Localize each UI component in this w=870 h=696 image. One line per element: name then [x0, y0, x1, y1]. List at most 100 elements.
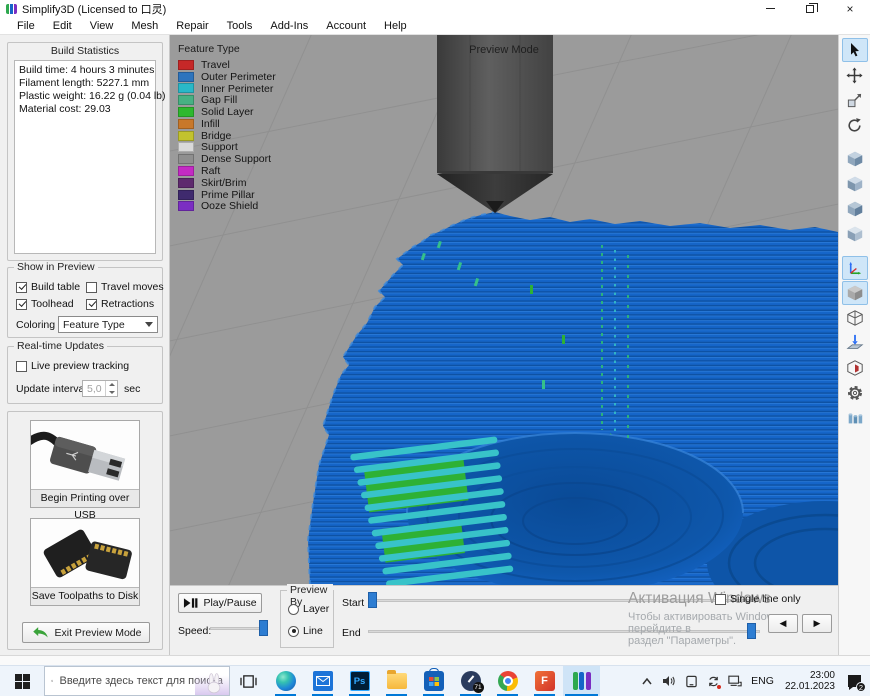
solid-model-tool[interactable]	[842, 281, 868, 305]
move-tool[interactable]	[842, 63, 868, 87]
end-slider[interactable]	[368, 623, 760, 639]
taskbar-app-simplify3d[interactable]	[563, 666, 600, 696]
sd-cards-image	[31, 519, 139, 587]
taskbar-app-mail[interactable]	[304, 666, 341, 696]
checkbox-retractions[interactable]: Retractions	[86, 298, 154, 310]
cross-section-tool[interactable]	[842, 356, 868, 380]
dense-support-swatch	[178, 154, 194, 164]
taskbar-app-speedtest[interactable]: 71	[452, 666, 489, 696]
menu-item-addins[interactable]: Add-Ins	[261, 17, 317, 35]
gear-icon	[846, 384, 864, 402]
single-line-checkbox-icon	[715, 594, 726, 605]
bridge-swatch	[178, 131, 194, 141]
select-tool[interactable]	[842, 38, 868, 62]
minimize-button[interactable]	[750, 0, 790, 17]
coordinate-axes-tool[interactable]	[842, 256, 868, 280]
notification-count-badge: 2	[856, 682, 866, 692]
start-button[interactable]	[0, 666, 44, 696]
legend-item-dense-support: Dense Support	[178, 153, 276, 165]
realtime-updates-title: Real-time Updates	[14, 340, 107, 352]
close-button[interactable]: ×	[830, 0, 870, 17]
menu-item-tools[interactable]: Tools	[218, 17, 262, 35]
speed-slider[interactable]	[210, 620, 268, 636]
legend-item-raft: Raft	[178, 165, 276, 177]
support-swatch	[178, 142, 194, 152]
cube-view-side-tool[interactable]	[842, 172, 868, 196]
inner-perimeter-swatch	[178, 83, 194, 93]
checkbox-toolhead[interactable]: Toolhead	[16, 298, 74, 310]
menu-item-help[interactable]: Help	[375, 17, 416, 35]
wireframe-tool[interactable]	[842, 306, 868, 330]
taskbar-search[interactable]: Введите здесь текст для поиска	[44, 666, 230, 696]
taskbar-app-fusion[interactable]: F	[526, 666, 563, 696]
update-interval-spinbox[interactable]: 5,0	[82, 380, 118, 397]
cube-icon	[846, 150, 864, 168]
checkbox-travel-moves[interactable]: Travel moves	[86, 281, 164, 293]
sync-alert-icon[interactable]	[703, 669, 723, 693]
cube-view-front-tool[interactable]	[842, 147, 868, 171]
chrome-icon	[498, 671, 518, 691]
spin-down-icon[interactable]	[106, 389, 117, 397]
rotate-tool[interactable]	[842, 113, 868, 137]
device-icon[interactable]	[681, 669, 701, 693]
restore-button[interactable]	[790, 0, 830, 17]
speed-slider-handle[interactable]	[259, 620, 268, 636]
step-forward-button[interactable]: ▶	[802, 614, 832, 633]
place-on-bed-tool[interactable]	[842, 331, 868, 355]
mail-icon	[313, 671, 333, 691]
exit-preview-mode-button[interactable]: Exit Preview Mode	[22, 622, 150, 643]
menu-item-edit[interactable]: Edit	[44, 17, 81, 35]
notification-center-button[interactable]: 2	[842, 669, 866, 693]
taskbar: Введите здесь текст для поиска Ps 71 F E…	[0, 665, 870, 696]
menu-item-account[interactable]: Account	[317, 17, 375, 35]
chevron-down-icon	[145, 322, 153, 327]
edge-icon	[276, 671, 296, 691]
taskbar-app-explorer[interactable]	[378, 666, 415, 696]
begin-printing-usb-button[interactable]: Begin Printing over USB	[30, 420, 140, 508]
checkbox-build-table[interactable]: Build table	[16, 281, 80, 293]
menu-item-view[interactable]: View	[81, 17, 123, 35]
menu-item-mesh[interactable]: Mesh	[122, 17, 167, 35]
radio-line[interactable]: Line	[288, 625, 323, 637]
radio-layer[interactable]: Layer	[288, 603, 329, 615]
save-toolpaths-button[interactable]: Save Toolpaths to Disk	[30, 518, 140, 606]
taskbar-app-edge[interactable]	[267, 666, 304, 696]
play-pause-icon	[183, 598, 198, 608]
infill-swatch	[178, 119, 194, 129]
hidden-icons-chevron[interactable]	[637, 669, 657, 693]
network-icon[interactable]	[725, 669, 745, 693]
settings-tool[interactable]	[842, 381, 868, 405]
volume-icon[interactable]	[659, 669, 679, 693]
menu-item-repair[interactable]: Repair	[167, 17, 217, 35]
toolpaths-tool[interactable]	[842, 406, 868, 430]
start-slider[interactable]	[368, 592, 760, 608]
task-view-button[interactable]	[230, 666, 267, 696]
gray-cube-icon	[846, 284, 864, 302]
language-indicator[interactable]: ENG	[747, 675, 778, 687]
printed-object	[308, 212, 838, 585]
clock[interactable]: 23:00 22.01.2023	[780, 670, 840, 692]
step-back-button[interactable]: ◀	[768, 614, 798, 633]
update-interval-unit: sec	[124, 383, 140, 395]
cube-view-top-tool[interactable]	[842, 197, 868, 221]
play-pause-button[interactable]: Play/Pause	[178, 593, 262, 613]
menu-item-file[interactable]: File	[8, 17, 44, 35]
taskbar-app-chrome[interactable]	[489, 666, 526, 696]
travel-swatch	[178, 60, 194, 70]
show-in-preview-group: Show in Preview Build table Travel moves…	[7, 267, 163, 338]
simplify3d-logo-icon	[6, 4, 17, 14]
legend-item-bridge: Bridge	[178, 130, 276, 142]
cube-view-iso-tool[interactable]	[842, 222, 868, 246]
taskbar-app-photoshop[interactable]: Ps	[341, 666, 378, 696]
taskbar-app-store[interactable]	[415, 666, 452, 696]
scale-tool[interactable]	[842, 88, 868, 112]
legend-item-solid-layer: Solid Layer	[178, 106, 276, 118]
coloring-dropdown[interactable]: Feature Type	[58, 316, 158, 333]
legend-item-gap-fill: Gap Fill	[178, 94, 276, 106]
checkbox-single-line-only[interactable]: Single line only	[715, 593, 801, 605]
start-slider-handle[interactable]	[368, 592, 377, 608]
viewport-3d[interactable]: Preview Mode Feature Type Travel Outer P…	[170, 35, 838, 585]
checkbox-live-preview-tracking[interactable]: Live preview tracking	[16, 360, 129, 372]
end-slider-handle[interactable]	[747, 623, 756, 639]
spin-up-icon[interactable]	[106, 381, 117, 389]
